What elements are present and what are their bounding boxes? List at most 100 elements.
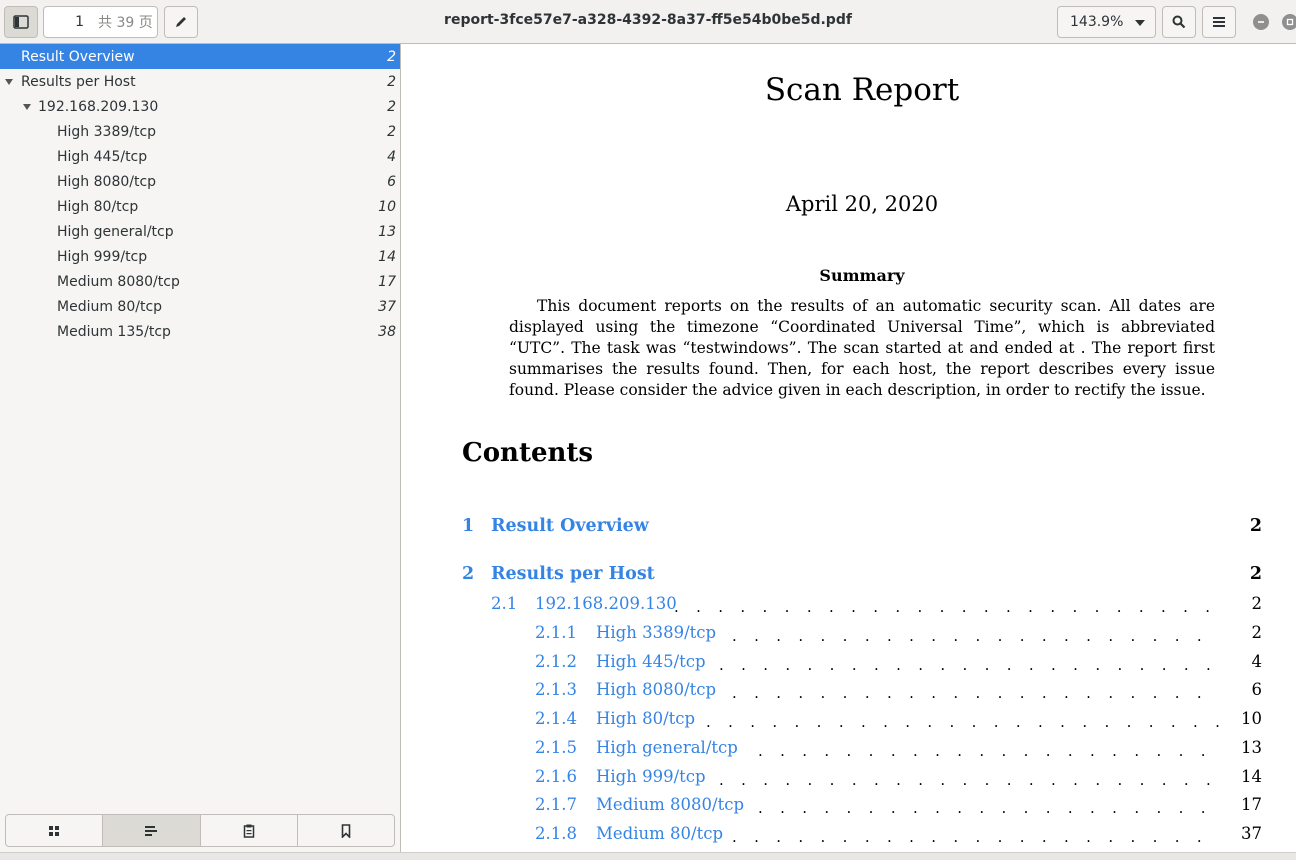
outline-item[interactable]: High 445/tcp 4 [0,144,400,169]
outline-item-label: High 3389/tcp [57,123,157,140]
bookmarks-tab[interactable] [298,815,394,846]
toc-page: 37 [1241,824,1262,843]
outline-item-label: Medium 135/tcp [57,323,171,340]
outline-item-label: Results per Host [21,73,136,90]
outline-item-label: High 80/tcp [57,198,139,215]
toc-number: 2.1.3 [535,680,577,699]
page-number-entry[interactable]: 1 共 39 页 [43,6,158,38]
toc-page: 2 [1251,594,1263,613]
toc-number: 2 [462,564,475,584]
toc-text[interactable]: Results per Host [491,564,655,584]
outline-item[interactable]: Medium 135/tcp 38 [0,319,400,344]
toc-text[interactable]: High 8080/tcp [596,680,716,699]
zoom-dropdown[interactable]: 143.9% [1057,6,1156,38]
outline-list-icon [145,825,158,836]
outline-item[interactable]: High 80/tcp 10 [0,194,400,219]
toc-text[interactable]: High general/tcp [596,738,738,757]
maximize-button[interactable] [1282,14,1296,30]
toc-leader-dots: . . . . . . . . . . . . . . . . . . . . … [758,742,1220,756]
toc-page: 13 [1241,738,1262,757]
outline-item-label: Medium 80/tcp [57,298,163,315]
summary-heading: Summary [819,266,905,285]
toc-page: 14 [1241,767,1262,786]
outline-item[interactable]: High 999/tcp 14 [0,244,400,269]
outline-item[interactable]: Medium 80/tcp 37 [0,294,400,319]
page-total: 共 39 页 [98,15,153,31]
outline-item[interactable]: High general/tcp 13 [0,219,400,244]
outline-item-label: High general/tcp [57,223,174,240]
toc-leader-dots: . . . . . . . . . . . . . . . . . . . . … [732,627,1220,641]
outline-item-label: Result Overview [21,48,135,65]
toc-number: 2.1 [491,594,518,613]
outline-tab[interactable] [103,815,201,846]
outline-item-label: Medium 8080/tcp [57,273,180,290]
toc-number: 1 [462,516,475,536]
toc-text[interactable]: Medium 80/tcp [596,824,723,843]
outline-item-result-overview[interactable]: Result Overview 2 [0,44,400,69]
outline-item[interactable]: High 8080/tcp 6 [0,169,400,194]
toc-number: 2.1.1 [535,623,577,642]
toc-leader-dots: . . . . . . . . . . . . . . . . . . . . … [706,713,1220,727]
toc-text[interactable]: 192.168.209.130 [535,594,677,613]
zoom-level: 143.9% [1070,14,1124,30]
outline-item[interactable]: High 3389/tcp 2 [0,119,400,144]
toc-leader-dots: . . . . . . . . . . . . . . . . . . . . … [719,771,1220,785]
outline-item-page: 38 [378,323,396,340]
toc-page: 2 [1251,623,1263,642]
minimize-button[interactable] [1253,14,1269,30]
outline-item-page: 17 [378,273,396,290]
outline-item-label: High 999/tcp [57,248,148,265]
outline-item-results-per-host[interactable]: Results per Host 2 [0,69,400,94]
sidebar-toggle-button[interactable] [4,6,38,38]
toc-text[interactable]: High 999/tcp [596,767,706,786]
outline-item-page: 2 [387,73,396,90]
outline-item-page: 2 [387,123,396,140]
toc-text[interactable]: High 80/tcp [596,709,695,728]
toc-leader-dots: . . . . . . . . . . . . . . . . . . . . … [732,828,1220,842]
toc-number: 2.1.4 [535,709,577,728]
outline-item-page: 13 [378,223,396,240]
outline-item-host[interactable]: 192.168.209.130 2 [0,94,400,119]
contents-heading: Contents [462,438,594,468]
outline-item-label: High 8080/tcp [57,173,157,190]
outline-item-label: 192.168.209.130 [38,98,159,115]
outline-item-page: 2 [387,98,396,115]
toc-number: 2.1.5 [535,738,577,757]
thumbnails-tab[interactable] [6,815,104,846]
summary-text: This document reports on the results of … [509,297,1215,399]
toc-text[interactable]: Medium 8080/tcp [596,795,744,814]
toc-page: 17 [1241,795,1262,814]
toc-number: 2.1.2 [535,652,577,671]
toc-number: 2.1.7 [535,795,577,814]
outline-item[interactable]: Medium 8080/tcp 17 [0,269,400,294]
search-button[interactable] [1162,6,1196,38]
toc-text[interactable]: High 3389/tcp [596,623,716,642]
annotations-tab[interactable] [201,815,298,846]
annotate-button[interactable] [164,6,198,38]
menu-button[interactable] [1202,6,1236,38]
toc-page: 10 [1241,709,1262,728]
sidebar-icon [13,15,29,29]
toc-number: 2.1.6 [535,767,577,786]
toc-leader-dots: . . . . . . . . . . . . . . . . . . . . … [674,598,1220,612]
report-date: April 20, 2020 [785,192,939,216]
outline-item-label: High 445/tcp [57,148,148,165]
toc-text[interactable]: Result Overview [491,516,649,536]
expander-down-icon[interactable] [5,79,13,85]
hamburger-menu-icon [1213,17,1225,27]
bookmark-icon [341,823,351,838]
toc-text[interactable]: High 445/tcp [596,652,706,671]
document-view[interactable]: Scan Report April 20, 2020 Summary This … [402,44,1296,852]
maximize-icon [1286,18,1294,26]
expander-down-icon[interactable] [23,104,31,110]
outline-item-page: 37 [378,298,396,315]
toc-leader-dots: . . . . . . . . . . . . . . . . . . . . … [758,799,1220,813]
page-number[interactable]: 1 [44,14,92,30]
toc-page: 6 [1251,680,1263,699]
toc-page: 2 [1249,564,1262,584]
outline-item-page: 14 [378,248,396,265]
outline-item-page: 2 [387,48,396,65]
minimize-icon [1258,21,1264,23]
sidebar: Result Overview 2 Results per Host 2 192… [0,44,401,852]
thumbnails-grid-icon [49,825,60,836]
